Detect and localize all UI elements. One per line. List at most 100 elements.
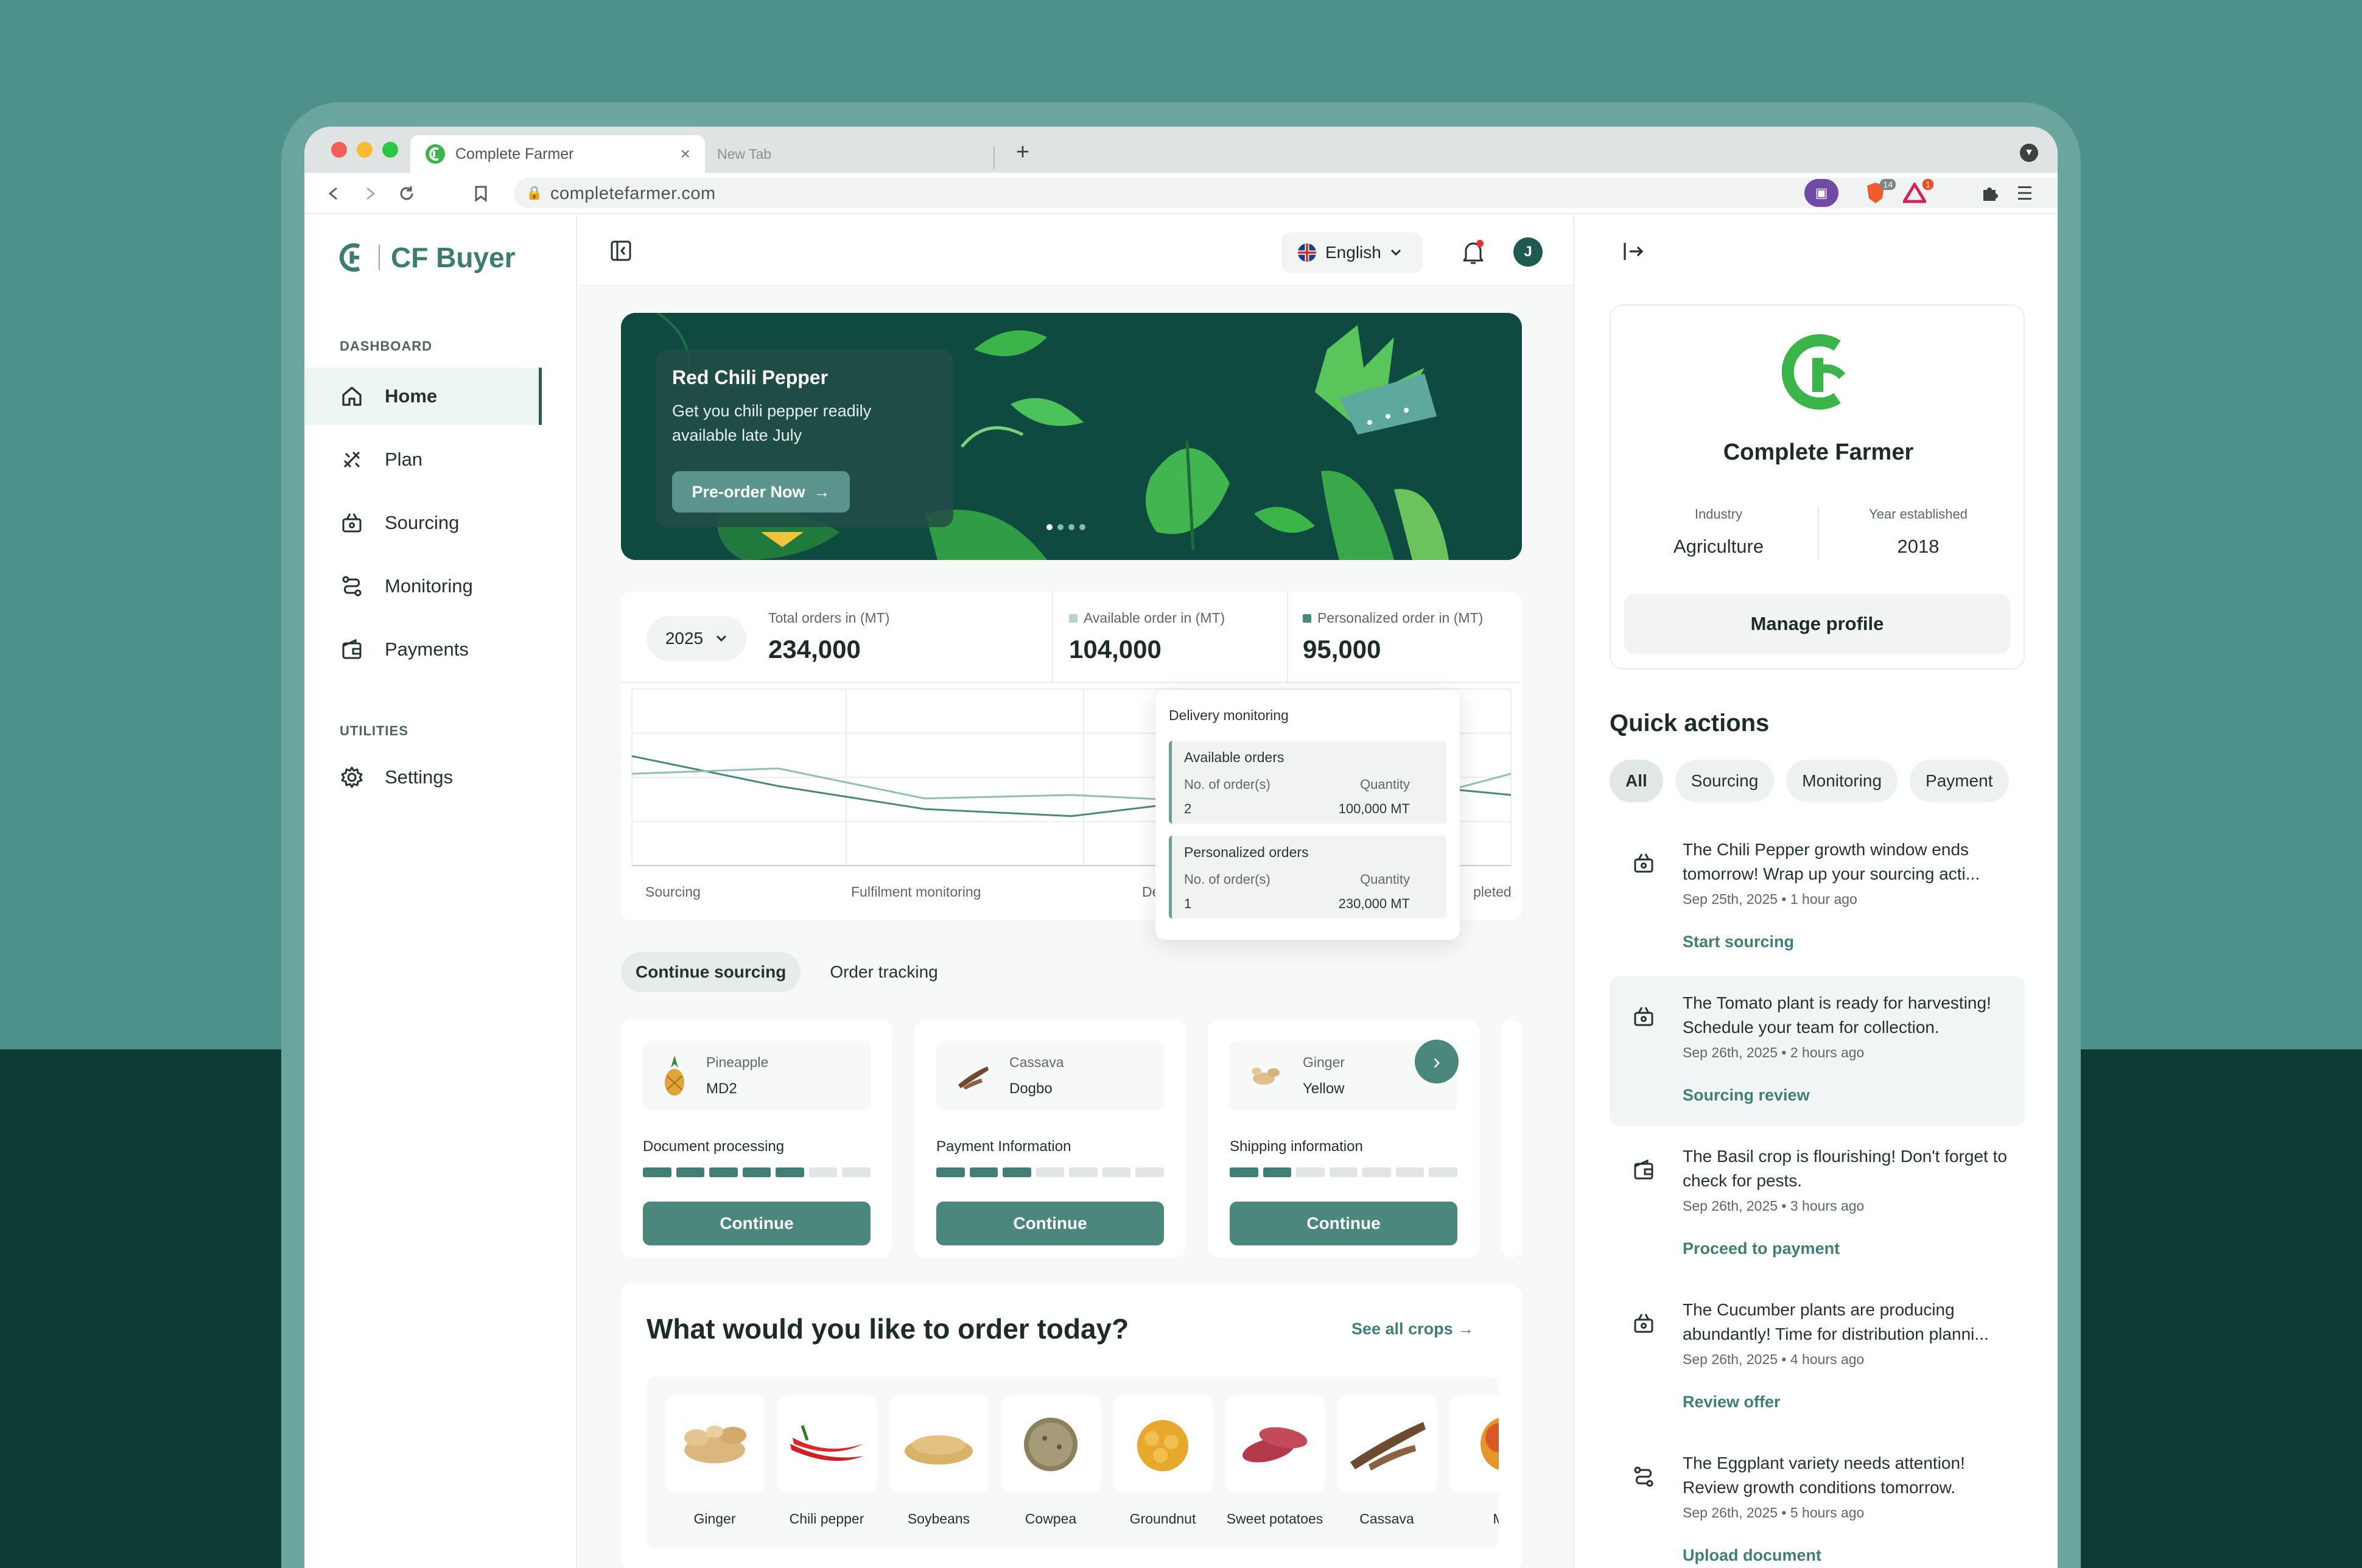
right-panel: Complete Farmer Industry Agriculture Yea… — [1573, 215, 2058, 1568]
stat-personalized-label: Personalized order in (MT) — [1317, 610, 1484, 626]
see-all-crops-link[interactable]: See all crops → — [1351, 1320, 1474, 1339]
quick-actions-filters: All Sourcing Monitoring Payment — [1610, 760, 2009, 802]
progress-segment — [1429, 1167, 1458, 1177]
tooltip-available-title: Available orders — [1184, 749, 1284, 765]
quick-action-item: The Basil crop is flourishing! Don't for… — [1610, 1130, 2025, 1279]
promo-banner[interactable]: Red Chili Pepper Get you chili pepper re… — [621, 313, 1522, 560]
notification-bell-icon[interactable] — [1459, 237, 1488, 267]
order-section: What would you like to order today? See … — [621, 1284, 1522, 1568]
browser-tab-active[interactable]: Complete Farmer × — [410, 135, 705, 173]
complete-farmer-logo-icon — [1781, 334, 1846, 410]
crop-item-sweet-potatoes[interactable]: Sweet potatoes — [1225, 1395, 1325, 1527]
extensions-puzzle-icon[interactable] — [1977, 180, 2002, 207]
sidebar-item-settings[interactable]: Settings — [340, 749, 577, 806]
sidebar-item-plan[interactable]: Plan — [340, 431, 577, 488]
profile-industry: Industry Agriculture — [1618, 506, 1819, 558]
crop-item-ginger[interactable]: Ginger — [665, 1395, 765, 1527]
continue-button[interactable]: Continue — [936, 1202, 1164, 1245]
progress-segment — [1263, 1167, 1292, 1177]
collapse-sidebar-icon[interactable] — [609, 239, 633, 263]
stat-personalized: Personalized order in (MT) 95,000 — [1303, 610, 1483, 664]
chevron-right-icon: › — [1433, 1049, 1440, 1074]
tab-title: Complete Farmer — [455, 145, 574, 163]
year-selector[interactable]: 2025 — [647, 616, 746, 661]
sidebar-item-monitoring[interactable]: Monitoring — [340, 558, 577, 615]
home-icon — [342, 387, 362, 406]
forward-icon[interactable] — [359, 181, 381, 206]
crop-item-chili-pepper[interactable]: Chili pepper — [777, 1395, 877, 1527]
tab-continue-sourcing[interactable]: Continue sourcing — [621, 952, 801, 992]
sidebar-item-sourcing[interactable]: Sourcing — [340, 494, 577, 551]
filter-sourcing[interactable]: Sourcing — [1675, 760, 1775, 802]
quick-action-link[interactable]: Start sourcing — [1683, 933, 1794, 951]
legend-personalized-swatch — [1303, 614, 1311, 623]
maximize-window-button[interactable] — [382, 142, 398, 158]
filter-all[interactable]: All — [1610, 760, 1663, 802]
quick-action-link[interactable]: Review offer — [1683, 1393, 1781, 1412]
manage-profile-button[interactable]: Manage profile — [1624, 594, 2010, 654]
close-tab-icon[interactable]: × — [681, 144, 690, 164]
bookmark-icon[interactable] — [470, 181, 492, 206]
legend-available-swatch — [1069, 614, 1078, 623]
sidebar-item-label: Monitoring — [385, 575, 473, 597]
back-icon[interactable] — [323, 181, 345, 206]
stat-available-label: Available order in (MT) — [1084, 610, 1225, 626]
step-label: Document processing — [643, 1138, 785, 1155]
close-window-button[interactable] — [331, 142, 347, 158]
brave-rewards-icon[interactable]: 1 — [1899, 179, 1933, 207]
browser-tab-new[interactable]: New Tab — [709, 135, 1303, 173]
arrow-right-icon: → — [1457, 1320, 1474, 1338]
quick-action-link[interactable]: Upload document — [1683, 1546, 1821, 1565]
year-value: 2018 — [1897, 536, 1940, 557]
progress-segment — [808, 1167, 838, 1177]
sidebar-item-label: Payments — [385, 639, 469, 660]
quick-action-link[interactable]: Sourcing review — [1683, 1086, 1810, 1105]
url-text: completefarmer.com — [550, 184, 716, 203]
next-cards-button[interactable]: › — [1415, 1040, 1459, 1083]
filter-payment[interactable]: Payment — [1910, 760, 2009, 802]
app-name: CF Buyer — [391, 242, 516, 273]
continue-button[interactable]: Continue — [643, 1202, 871, 1245]
crop-item-soybeans[interactable]: Soybeans — [889, 1395, 989, 1527]
extension-purple-icon[interactable]: ▣ — [1804, 179, 1838, 207]
basket-icon — [342, 513, 362, 533]
step-label: Payment Information — [936, 1138, 1071, 1155]
new-tab-plus-icon[interactable]: + — [1011, 139, 1035, 166]
filter-monitoring[interactable]: Monitoring — [1786, 760, 1898, 802]
order-section-title: What would you like to order today? — [647, 1313, 1129, 1345]
crop-item-cassava[interactable]: Cassava — [1337, 1395, 1437, 1527]
quick-action-text: The Chili Pepper growth window ends tomo… — [1683, 840, 1980, 883]
minimize-window-button[interactable] — [357, 142, 373, 158]
stat-available: Available order in (MT) 104,000 — [1069, 610, 1225, 664]
crop-item-groundnut[interactable]: Groundnut — [1113, 1395, 1213, 1527]
complete-farmer-favicon-icon — [426, 144, 445, 164]
avatar[interactable]: J — [1513, 237, 1543, 267]
sidebar-item-home[interactable]: Home — [304, 368, 542, 425]
quick-action-meta: Sep 25th, 2025 • 1 hour ago — [1683, 891, 1857, 907]
browser-window: Complete Farmer × New Tab + ▼ 🔒 complete… — [304, 127, 2058, 1568]
crop-info: Cassava Dogbo — [936, 1041, 1164, 1110]
tab-order-tracking[interactable]: Order tracking — [815, 952, 952, 992]
browser-menu-icon[interactable]: ☰ — [2013, 180, 2037, 207]
crop-item-cowpea[interactable]: Cowpea — [1001, 1395, 1101, 1527]
crop-variety: MD2 — [706, 1080, 737, 1097]
continue-button[interactable]: Continue — [1230, 1202, 1457, 1245]
progress-bar — [643, 1167, 871, 1177]
quick-action-link[interactable]: Proceed to payment — [1683, 1239, 1840, 1258]
language-selector[interactable]: English — [1281, 233, 1423, 273]
route-icon — [342, 576, 362, 597]
reload-icon[interactable] — [396, 181, 418, 206]
basket-icon — [1634, 853, 1653, 873]
sidebar-item-payments[interactable]: Payments — [340, 621, 577, 678]
soybeans-image-icon — [905, 1435, 973, 1465]
collapse-panel-icon[interactable] — [1618, 236, 1649, 267]
step-label: Shipping information — [1230, 1138, 1363, 1155]
brave-shield-icon[interactable]: 14 — [1860, 179, 1896, 207]
tab-title-new: New Tab — [717, 145, 772, 162]
tab-menu-chevron-icon[interactable]: ▼ — [2020, 144, 2038, 162]
sourcing-card: Pineapple MD2 Document processing Continu… — [621, 1020, 892, 1258]
pre-order-button[interactable]: Pre-order Now → — [672, 471, 850, 513]
app-logo[interactable]: CF Buyer — [338, 241, 515, 274]
browser-addressbar: 🔒 completefarmer.com ▣ 14 1 ☰ — [304, 173, 2058, 214]
crop-item-mango[interactable]: M — [1449, 1395, 1499, 1527]
